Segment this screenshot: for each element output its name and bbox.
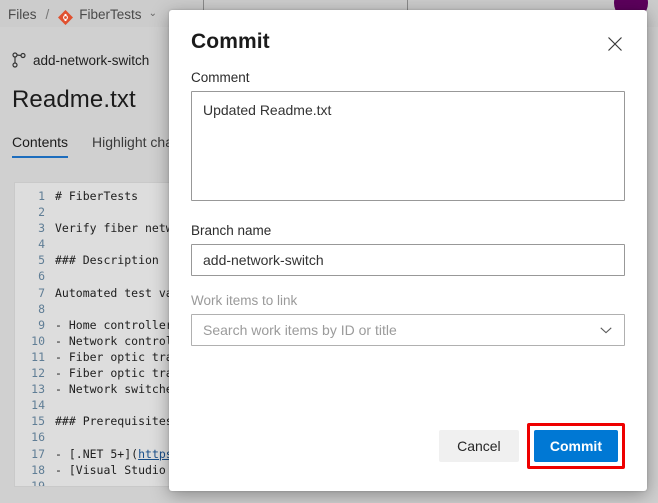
commit-dialog: Commit Comment Branch name Work <box>169 10 647 491</box>
dialog-body: Comment Branch name Work items to link S… <box>169 54 647 423</box>
cancel-button[interactable]: Cancel <box>438 430 519 462</box>
work-items-input[interactable]: Search work items by ID or title <box>191 314 625 346</box>
close-icon[interactable] <box>601 30 629 58</box>
branch-name-label: Branch name <box>191 223 272 238</box>
work-items-label: Work items to link <box>191 293 298 308</box>
screenshot-root: Files / FiberTests ⌄ add-network-switch … <box>0 0 658 503</box>
branch-name-field-group: Branch name <box>191 223 625 276</box>
branch-name-input[interactable] <box>191 244 625 276</box>
dialog-title: Commit <box>191 30 270 53</box>
dialog-header: Commit <box>169 10 647 54</box>
chevron-down-icon[interactable] <box>599 323 613 337</box>
dialog-footer: Cancel Commit <box>169 423 647 491</box>
comment-field-group: Comment <box>191 70 625 206</box>
work-items-field-group: Work items to link Search work items by … <box>191 293 625 346</box>
comment-input[interactable] <box>191 91 625 201</box>
commit-button[interactable]: Commit <box>533 430 618 462</box>
work-items-placeholder: Search work items by ID or title <box>203 322 397 338</box>
modal-overlay: Commit Comment Branch name Work <box>0 0 658 503</box>
commit-button-highlight: Commit <box>526 423 625 469</box>
comment-label: Comment <box>191 70 250 85</box>
